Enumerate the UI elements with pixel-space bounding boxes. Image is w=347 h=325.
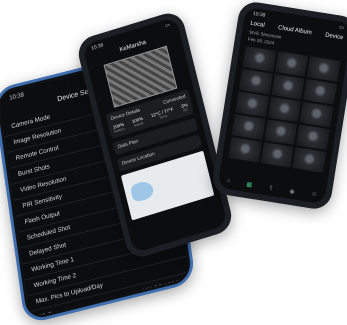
photo-thumbnail[interactable]: [238, 68, 273, 95]
settings-value: [177, 247, 178, 254]
photo-thumbnail[interactable]: [271, 73, 305, 100]
status-time: 10:38: [252, 10, 266, 19]
settings-value: [179, 263, 180, 270]
photo-thumbnail[interactable]: [274, 51, 309, 77]
photo-thumbnail[interactable]: [228, 137, 262, 163]
photo-thumbnail[interactable]: [235, 91, 269, 118]
photo-thumbnail[interactable]: [303, 79, 338, 105]
photo-thumbnail[interactable]: [263, 119, 298, 145]
stat-label: SD: [182, 107, 189, 113]
photo-thumbnail[interactable]: [296, 124, 330, 151]
stat-item: 5% SD: [181, 102, 189, 113]
camera-icon[interactable]: ◉: [289, 188, 295, 196]
album-icon[interactable]: ▦: [246, 181, 253, 189]
photo-thumbnail[interactable]: [231, 114, 266, 140]
settings-label: SD Format: [37, 307, 69, 318]
bottom-nav: ⌂ ▦ ⇪ ◉ ☺: [218, 177, 326, 201]
photo-thumbnail[interactable]: [260, 142, 294, 168]
album-phone: 10:38 ▭ Local Cloud Album Device SIVE Se…: [210, 0, 347, 212]
stat-item: 100% Battery: [112, 122, 125, 134]
photo-thumbnail[interactable]: [299, 101, 334, 128]
photo-thumbnail[interactable]: [242, 46, 277, 72]
location-label: Device Location: [121, 151, 156, 167]
user-icon[interactable]: ☺: [310, 191, 318, 199]
data-plan-label: Data Plan: [117, 139, 139, 151]
photo-thumbnail[interactable]: [292, 147, 327, 173]
home-icon[interactable]: ⌂: [226, 178, 231, 185]
battery-icon: ▭: [164, 21, 171, 30]
photo-thumbnail[interactable]: [307, 56, 341, 82]
share-icon[interactable]: ⇪: [268, 184, 274, 192]
photo-grid: [222, 41, 347, 177]
photo-thumbnail[interactable]: [267, 96, 302, 123]
battery-icon: ▭: [338, 24, 345, 32]
tab-local[interactable]: Local: [250, 21, 265, 29]
album-screen: 10:38 ▭ Local Cloud Album Device SIVE Se…: [217, 6, 347, 205]
status-time: 10:38: [90, 42, 105, 52]
stat-item: 100% Signal: [131, 116, 144, 128]
map-water: [129, 179, 155, 204]
